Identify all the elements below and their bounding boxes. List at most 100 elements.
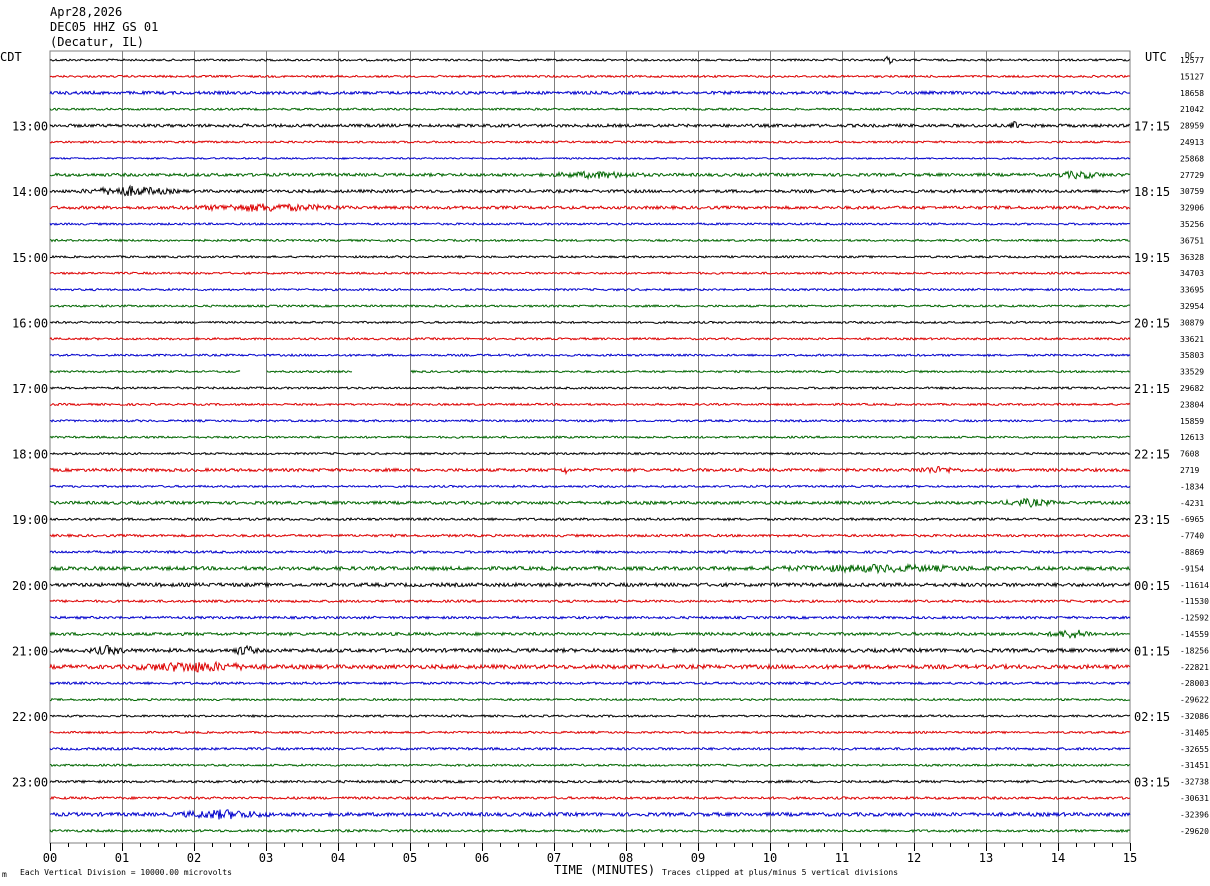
hour-label-left: 16:00	[12, 316, 48, 330]
dc-offset-value: 7608	[1180, 450, 1199, 459]
dc-offset-value: 36751	[1180, 236, 1204, 245]
dc-offset-value: 12577	[1180, 56, 1204, 65]
trace-line	[49, 549, 1131, 555]
dc-offset-value: 35803	[1180, 351, 1204, 360]
hour-label-left: 19:00	[12, 513, 48, 527]
x-tick-label: 06	[475, 851, 489, 865]
dc-offset-value: 33621	[1180, 335, 1204, 344]
dc-offset-value: -18256	[1180, 646, 1209, 655]
dc-offset-value: -29622	[1180, 696, 1209, 705]
trace-line	[49, 497, 1131, 508]
trace-line	[49, 336, 1131, 341]
trace-line	[49, 516, 1131, 522]
trace-line	[49, 89, 1131, 96]
trace-line	[49, 533, 1131, 539]
trace-line	[49, 697, 1131, 702]
x-tick-label: 00	[43, 851, 57, 865]
trace-line	[49, 304, 1131, 308]
hour-label-left: 18:00	[12, 448, 48, 462]
trace-line	[49, 170, 1131, 181]
clip-note: Traces clipped at plus/minus 5 vertical …	[662, 868, 898, 877]
hour-label-right: 19:15	[1134, 251, 1170, 265]
dc-offset-value: -1834	[1180, 482, 1204, 491]
trace-line	[49, 107, 1131, 112]
dc-offset-value: 30879	[1180, 318, 1204, 327]
hour-label-right: 02:15	[1134, 710, 1170, 724]
hour-label-right: 03:15	[1134, 776, 1170, 790]
dc-offset-value: 32906	[1180, 204, 1204, 213]
x-tick-label: 15	[1123, 851, 1137, 865]
dc-offset-value: -6965	[1180, 515, 1204, 524]
trace-line	[49, 680, 1131, 686]
trace-line	[49, 809, 1131, 820]
trace-line	[50, 254, 1131, 259]
trace-line	[49, 120, 1131, 129]
hour-label-right: 20:15	[1134, 316, 1170, 330]
trace-line	[49, 629, 1131, 639]
hour-label-left: 15:00	[12, 251, 48, 265]
dc-offset-value: -30631	[1180, 794, 1209, 803]
dc-offset-value: 33529	[1180, 368, 1204, 377]
trace-line	[49, 140, 1131, 144]
dc-offset-value: -8869	[1180, 548, 1204, 557]
dc-offset-value: 24913	[1180, 138, 1204, 147]
hour-label-left: 23:00	[12, 776, 48, 790]
dc-offset-value: -14559	[1180, 630, 1209, 639]
corner-mark: m	[2, 870, 7, 879]
dc-offset-value: -28003	[1180, 679, 1209, 688]
trace-line	[49, 763, 1131, 768]
x-tick-label: 09	[691, 851, 705, 865]
hour-label-left: 13:00	[12, 120, 48, 134]
dc-offset-value: -4231	[1180, 499, 1204, 508]
dc-offset-value: 15127	[1180, 72, 1204, 81]
dc-offset-value: 36328	[1180, 253, 1204, 262]
dc-offset-value: -31451	[1180, 761, 1209, 770]
hour-label-right: 22:15	[1134, 448, 1170, 462]
plot-grid	[49, 50, 1131, 844]
x-tick-label: 03	[259, 851, 273, 865]
trace-line	[49, 222, 1131, 226]
dc-offset-value: -32086	[1180, 712, 1209, 721]
trace-line	[49, 369, 1131, 374]
trace-line	[49, 484, 1131, 489]
dc-offset-value: 21042	[1180, 105, 1204, 114]
x-axis-title: TIME (MINUTES)	[554, 863, 655, 877]
trace-line	[49, 74, 1131, 79]
dc-offset-value: -9154	[1180, 564, 1204, 573]
dc-offset-value: 12613	[1180, 433, 1204, 442]
station-name: DEC05 HHZ GS 01	[50, 20, 158, 34]
dc-offset-value: -12592	[1180, 614, 1209, 623]
hour-label-left: 20:00	[12, 579, 48, 593]
hour-label-left: 21:00	[12, 644, 48, 658]
dc-offset-value: 29682	[1180, 384, 1204, 393]
trace-line	[49, 779, 1131, 784]
dc-offset-value: -32655	[1180, 745, 1209, 754]
x-tick-label: 12	[907, 851, 921, 865]
x-tick-label: 13	[979, 851, 993, 865]
dc-offset-value: 23804	[1180, 400, 1204, 409]
dc-offset-value: 34703	[1180, 269, 1204, 278]
trace-line	[49, 746, 1131, 752]
dc-offset-value: 28959	[1180, 122, 1204, 131]
dc-offset-value: 32954	[1180, 302, 1204, 311]
trace-line	[49, 385, 1131, 391]
dc-offset-value: 33695	[1180, 286, 1204, 295]
dc-offset-labels: 12577 15127 18658 21042 28959 24913 25868 27729…	[1180, 56, 1209, 836]
trace-line	[49, 353, 1131, 358]
trace-line	[49, 287, 1131, 292]
dc-offset-value: 25868	[1180, 154, 1204, 163]
dc-offset-value: 30759	[1180, 187, 1204, 196]
hour-label-left: 17:00	[12, 382, 48, 396]
station-location: (Decatur, IL)	[50, 35, 144, 49]
dc-offset-value: -7740	[1180, 532, 1204, 541]
helicorder-plot: Apr28,2026 DEC05 HHZ GS 01 (Decatur, IL)…	[0, 5, 1209, 879]
trace-line	[49, 644, 1131, 656]
hour-label-right: 00:15	[1134, 579, 1170, 593]
trace-line	[49, 598, 1131, 604]
trace-line	[49, 320, 1131, 325]
dc-offset-value: 2719	[1180, 466, 1199, 475]
trace-line	[49, 156, 1131, 161]
trace-group	[49, 55, 1131, 834]
hour-label-right: 18:15	[1134, 185, 1170, 199]
x-tick-label: 02	[187, 851, 201, 865]
